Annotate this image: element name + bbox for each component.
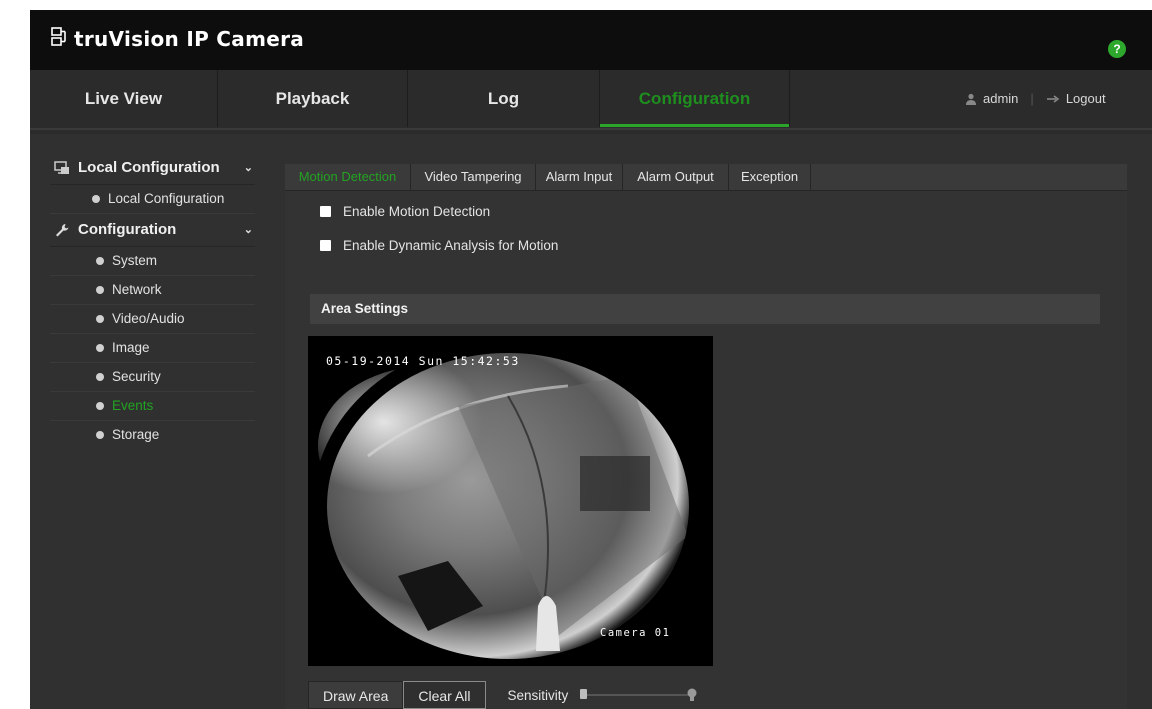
bullet-icon (96, 402, 104, 410)
bullet-icon (92, 195, 100, 203)
tab-label: Motion Detection (298, 169, 397, 184)
active-tab-indicator (600, 124, 789, 127)
sidebar-item-label: Video/Audio (112, 311, 185, 326)
enable-dynamic-analysis-row[interactable]: Enable Dynamic Analysis for Motion (320, 235, 558, 255)
logout-icon (1046, 94, 1060, 103)
video-camera-label: Camera 01 (600, 627, 671, 639)
sidebar-group-configuration[interactable]: Configuration ⌄ (50, 214, 255, 247)
sidebar-item-label: Storage (112, 427, 160, 442)
sidebar-item-label: Security (112, 369, 161, 384)
tab-label: Configuration (638, 89, 751, 108)
sidebar-item-security[interactable]: Security (50, 363, 255, 392)
tab-alarm-output[interactable]: Alarm Output (623, 164, 729, 190)
sidebar-item-label: Network (112, 282, 162, 297)
user-area: admin | Logout (965, 70, 1106, 127)
bullet-icon (96, 315, 104, 323)
sidebar: Local Configuration ⌄ Local Configuratio… (50, 152, 255, 449)
username[interactable]: admin (983, 91, 1018, 106)
chevron-down-icon: ⌄ (243, 162, 253, 174)
tab-playback[interactable]: Playback (218, 70, 408, 127)
bullet-icon (96, 344, 104, 352)
enable-motion-detection-row[interactable]: Enable Motion Detection (320, 201, 490, 221)
bullet-icon (96, 286, 104, 294)
user-icon (966, 93, 976, 105)
events-panel: Motion Detection Video Tampering Alarm I… (285, 164, 1127, 709)
sidebar-group-label: Local Configuration (78, 159, 220, 176)
network-logo-icon (51, 27, 66, 46)
camera-preview[interactable]: 05-19-2014 Sun 15:42:53 Camera 01 (308, 336, 713, 666)
bulb-icon (687, 688, 697, 701)
area-settings-header: Area Settings (310, 294, 1100, 324)
tab-label: Alarm Input (545, 169, 613, 184)
sidebar-item-label: Local Configuration (108, 191, 225, 206)
tab-live-view[interactable]: Live View (30, 70, 218, 127)
sidebar-item-local-configuration[interactable]: Local Configuration (50, 185, 255, 214)
sidebar-item-image[interactable]: Image (50, 334, 255, 363)
top-bar: truVision IP Camera ? (30, 10, 1152, 70)
clear-all-button[interactable]: Clear All (403, 681, 486, 709)
sidebar-item-label: Image (112, 340, 150, 355)
fisheye-image (308, 336, 713, 666)
tab-configuration[interactable]: Configuration (600, 70, 790, 127)
brand-title: truVision IP Camera (74, 27, 305, 51)
logout-link[interactable]: Logout (1066, 91, 1106, 106)
slider-track (586, 694, 695, 696)
bullet-icon (96, 257, 104, 265)
monitor-icon (54, 161, 69, 174)
tab-label: Live View (84, 89, 163, 108)
sidebar-group-local-configuration[interactable]: Local Configuration ⌄ (50, 152, 255, 185)
separator: | (1030, 91, 1034, 106)
tab-alarm-input[interactable]: Alarm Input (536, 164, 623, 190)
sidebar-group-label: Configuration (78, 221, 177, 238)
help-icon[interactable]: ? (1108, 40, 1126, 58)
draw-area-button[interactable]: Draw Area (308, 681, 404, 709)
sidebar-item-network[interactable]: Network (50, 276, 255, 305)
tab-video-tampering[interactable]: Video Tampering (411, 164, 536, 190)
sensitivity-label: Sensitivity (507, 687, 569, 703)
enable-dynamic-analysis-checkbox[interactable] (320, 239, 331, 251)
tab-log[interactable]: Log (408, 70, 600, 127)
sensitivity-slider[interactable] (580, 687, 698, 703)
wrench-icon (56, 224, 69, 237)
slider-handle[interactable] (580, 689, 588, 699)
enable-motion-detection-checkbox[interactable] (320, 205, 331, 217)
chevron-down-icon: ⌄ (243, 224, 253, 236)
area-controls: Draw Area Clear All Sensitivity (308, 680, 698, 709)
tab-label: Playback (275, 89, 350, 108)
sidebar-item-label: Events (112, 398, 154, 413)
event-subtabs: Motion Detection Video Tampering Alarm I… (285, 164, 1127, 191)
sidebar-item-storage[interactable]: Storage (50, 421, 255, 449)
tab-motion-detection[interactable]: Motion Detection (285, 164, 411, 190)
tab-label: Exception (740, 169, 799, 184)
sidebar-item-label: System (112, 253, 158, 268)
checkbox-label: Enable Dynamic Analysis for Motion (343, 237, 559, 253)
main-nav: Live View Playback Log Configuration adm… (30, 70, 1152, 130)
tab-exception[interactable]: Exception (729, 164, 811, 190)
sidebar-item-events[interactable]: Events (50, 392, 255, 421)
sidebar-item-system[interactable]: System (50, 247, 255, 276)
bullet-icon (96, 373, 104, 381)
checkbox-label: Enable Motion Detection (343, 203, 491, 219)
video-timestamp: 05-19-2014 Sun 15:42:53 (326, 354, 520, 368)
content-area: Local Configuration ⌄ Local Configuratio… (30, 134, 1152, 709)
bullet-icon (96, 431, 104, 439)
tab-label: Alarm Output (637, 169, 714, 184)
brand: truVision IP Camera (50, 26, 304, 52)
sidebar-item-video-audio[interactable]: Video/Audio (50, 305, 255, 334)
tab-label: Log (487, 89, 520, 108)
tab-label: Video Tampering (424, 169, 522, 184)
camera-web-app: truVision IP Camera ? Live View Playback… (30, 10, 1152, 709)
nav-divider (30, 128, 1152, 130)
